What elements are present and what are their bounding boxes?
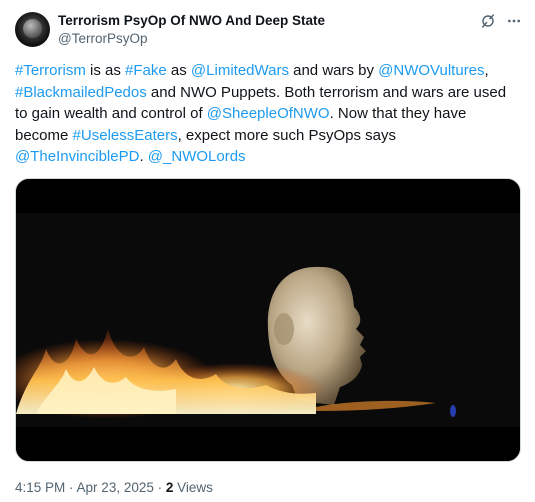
views-count: 2 bbox=[165, 480, 174, 495]
meta-separator: · bbox=[65, 480, 77, 495]
tweet-time[interactable]: 4:15 PM bbox=[15, 480, 65, 495]
grok-icon[interactable] bbox=[480, 13, 496, 29]
hashtag-link[interactable]: #Terrorism bbox=[15, 62, 86, 79]
video-frame-image bbox=[16, 179, 520, 461]
tweet-text-segment: is as bbox=[85, 62, 126, 79]
tweet-header: Terrorism PsyOp Of NWO And Deep State @T… bbox=[15, 12, 523, 48]
hashtag-link[interactable]: #Fake bbox=[125, 62, 167, 79]
mention-link[interactable]: @SheepleOfNWO bbox=[207, 105, 330, 122]
tweet-date[interactable]: Apr 23, 2025 bbox=[77, 480, 154, 495]
tweet-meta: 4:15 PM · Apr 23, 2025 · 2 Views bbox=[15, 479, 213, 497]
tweet-text: #Terrorism is as #Fake as @LimitedWars a… bbox=[15, 60, 515, 168]
tweet-text-segment: , bbox=[484, 62, 489, 79]
views-label: Views bbox=[177, 480, 213, 495]
mention-link[interactable]: @NWOVultures bbox=[378, 62, 484, 79]
meta-separator: · bbox=[153, 480, 166, 495]
tweet-text-segment: . bbox=[139, 148, 148, 165]
author-display-name[interactable]: Terrorism PsyOp Of NWO And Deep State bbox=[58, 12, 325, 29]
more-horizontal-icon[interactable] bbox=[505, 13, 523, 29]
avatar[interactable] bbox=[15, 12, 50, 47]
tweet-card: Terrorism PsyOp Of NWO And Deep State @T… bbox=[0, 0, 535, 502]
mention-link[interactable]: @_NWOLords bbox=[148, 148, 246, 165]
tweet-media-video[interactable] bbox=[15, 178, 521, 462]
tweet-text-segment: and wars by bbox=[288, 62, 379, 79]
globe-avatar-icon bbox=[23, 19, 42, 38]
tweet-text-segment: , expect more such PsyOps says bbox=[177, 126, 397, 144]
author-handle[interactable]: @TerrorPsyOp bbox=[58, 30, 147, 47]
hashtag-link[interactable]: #BlackmailedPedos bbox=[15, 84, 147, 101]
mention-link[interactable]: @TheInvinciblePD bbox=[15, 148, 139, 165]
mention-link[interactable]: @LimitedWars bbox=[191, 62, 289, 79]
tweet-text-segment: as bbox=[166, 62, 191, 79]
hashtag-link[interactable]: #UselessEaters bbox=[73, 127, 178, 144]
